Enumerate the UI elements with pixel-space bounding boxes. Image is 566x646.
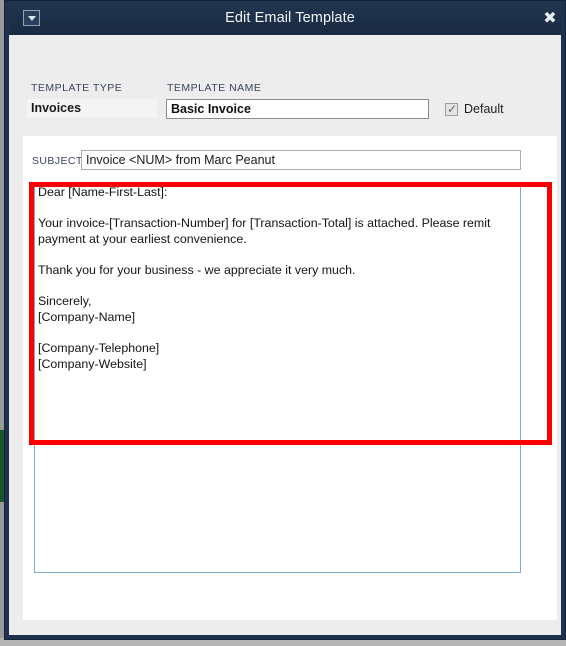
template-name-input[interactable]: Basic Invoice (166, 99, 429, 119)
edit-email-template-dialog: Edit Email Template ✖ TEMPLATE TYPE Invo… (4, 0, 566, 640)
template-name-label: TEMPLATE NAME (167, 82, 262, 94)
default-checkbox-label: Default (464, 102, 504, 116)
subject-label: SUBJECT (32, 155, 83, 167)
default-checkbox[interactable]: ✓ (445, 101, 458, 116)
close-icon[interactable]: ✖ (541, 9, 559, 27)
dialog-title: Edit Email Template (225, 10, 355, 26)
default-checkbox-group[interactable]: ✓ Default (445, 99, 504, 119)
body-text-content: Dear [Name-First-Last]: Your invoice-[Tr… (38, 185, 491, 371)
dialog-inner-surface: Edit Email Template ✖ TEMPLATE TYPE Invo… (9, 1, 561, 635)
dialog-titlebar: Edit Email Template ✖ (9, 1, 561, 35)
body-textarea[interactable]: Dear [Name-First-Last]: Your invoice-[Tr… (34, 182, 521, 573)
check-icon: ✓ (447, 101, 458, 116)
template-type-value: Invoices (27, 99, 157, 118)
subject-input[interactable]: Invoice <NUM> from Marc Peanut (81, 150, 521, 170)
template-editor-panel: SUBJECT Invoice <NUM> from Marc Peanut D… (23, 136, 557, 620)
dialog-content: TEMPLATE TYPE Invoices TEMPLATE NAME Bas… (9, 35, 561, 635)
template-type-label: TEMPLATE TYPE (31, 82, 123, 94)
dialog-footer: Save Cancel (9, 620, 561, 635)
